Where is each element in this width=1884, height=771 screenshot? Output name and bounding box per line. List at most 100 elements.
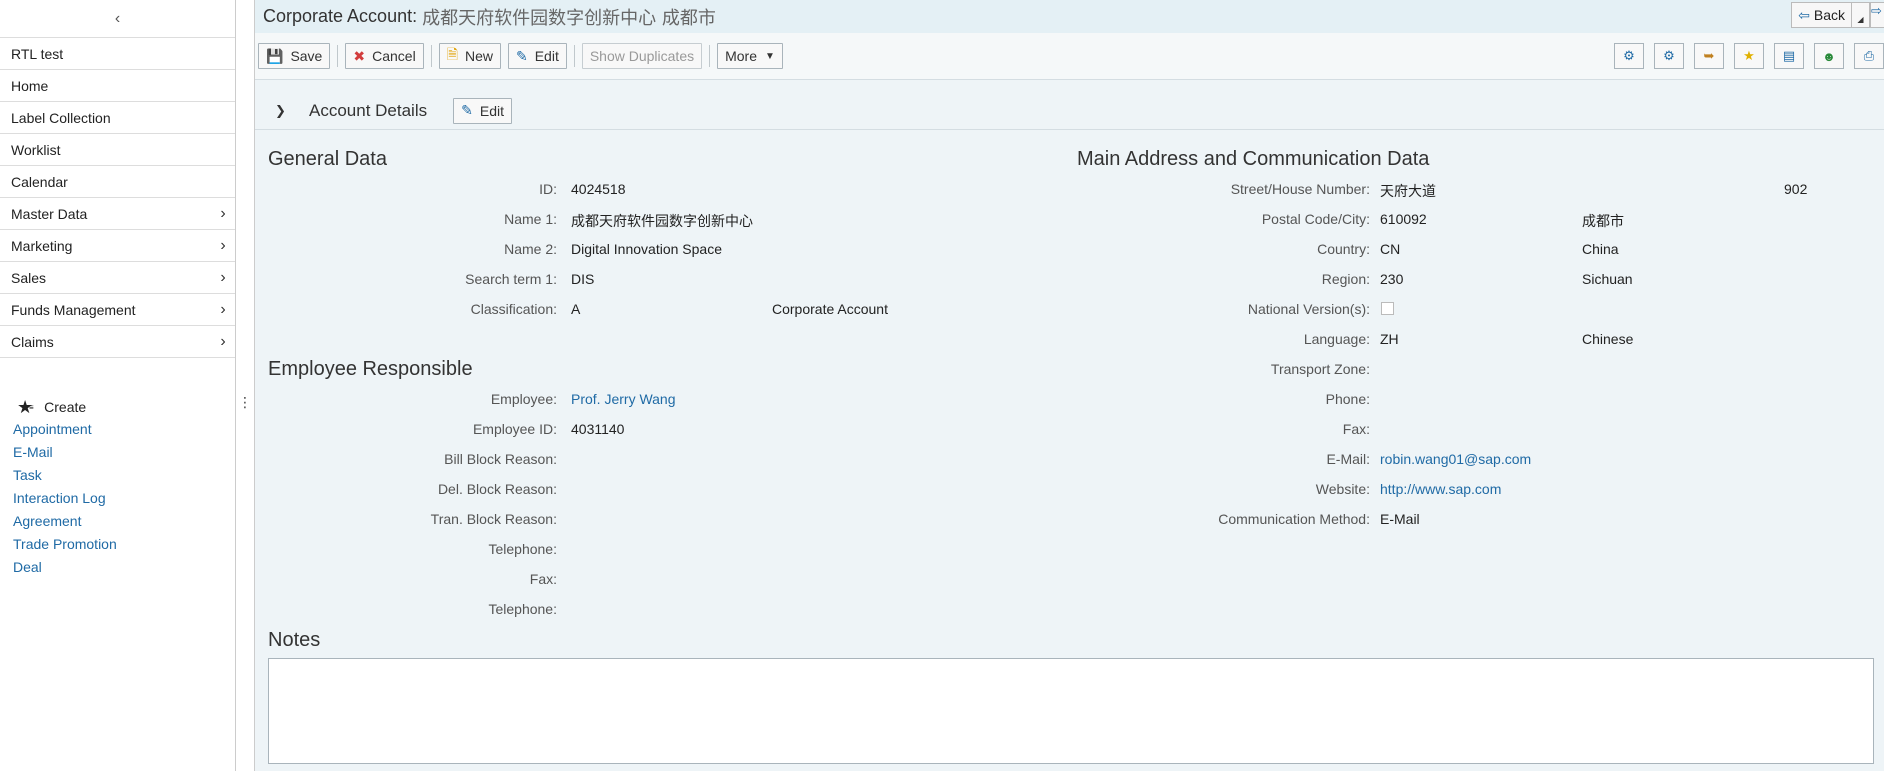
- country-label: Country:: [1317, 241, 1370, 257]
- del-block-label: Del. Block Reason:: [437, 481, 557, 497]
- personalize-icon[interactable]: ⚙: [1654, 43, 1684, 69]
- more-label: More: [725, 48, 758, 64]
- chevron-right-icon: ›: [220, 236, 226, 254]
- sidebar-item-label: Sales: [11, 269, 47, 286]
- street-value: 天府大道: [1380, 183, 1436, 199]
- page-title-name: 成都天府软件园数字创新中心 成都市: [422, 7, 716, 29]
- country-code-value: CN: [1380, 241, 1401, 257]
- show-duplicates-button[interactable]: Show Duplicates: [581, 43, 703, 69]
- language-code-value: ZH: [1380, 331, 1399, 347]
- name1-label: Name 1:: [504, 211, 557, 227]
- sidebar-item-claims[interactable]: Claims ›: [0, 326, 235, 358]
- name1-value: 成都天府软件园数字创新中心: [571, 213, 753, 229]
- general-data-title: General Data: [268, 148, 387, 170]
- cancel-label: Cancel: [372, 48, 416, 64]
- back-button[interactable]: ⇦ Back: [1791, 2, 1852, 28]
- create-label: Create: [44, 399, 87, 415]
- notes-icon[interactable]: ▤: [1774, 43, 1804, 69]
- section-edit-button[interactable]: ✎ Edit: [453, 97, 512, 124]
- sidebar-item-sales[interactable]: Sales ›: [0, 262, 235, 294]
- classification-code: A: [571, 301, 581, 317]
- sidebar-item-label: Home: [11, 77, 49, 94]
- classification-label: Classification:: [470, 301, 557, 317]
- new-document-icon: 🗎: [446, 46, 458, 62]
- region-label: Region:: [1321, 271, 1370, 287]
- chevron-right-icon: ›: [220, 332, 226, 350]
- forward-button[interactable]: ⇨: [1870, 2, 1884, 28]
- sidebar-item-master-data[interactable]: Master Data ›: [0, 198, 235, 230]
- user-assign-icon[interactable]: ☻: [1814, 43, 1844, 69]
- tran-block-label: Tran. Block Reason:: [430, 511, 557, 527]
- create-header: ★ ≡ Create: [0, 396, 235, 418]
- toolbar-divider: [709, 45, 711, 67]
- main-content: Corporate Account: 成都天府软件园数字创新中心 成都市 ⇦ B…: [254, 0, 1884, 771]
- phone-label: Phone:: [1325, 391, 1370, 407]
- create-link-task[interactable]: Task: [0, 464, 235, 487]
- chevron-left-icon[interactable]: ‹: [0, 0, 235, 38]
- back-arrow-icon: ⇦: [1798, 6, 1810, 23]
- sidebar-item-label: RTL test: [11, 45, 64, 62]
- country-value: China: [1582, 241, 1619, 257]
- sidebar-item-label: Label Collection: [11, 109, 111, 126]
- sidebar-item-label: Marketing: [11, 237, 73, 254]
- create-link-deal[interactable]: Deal: [0, 556, 235, 579]
- sidebar-item-rtl-test[interactable]: RTL test: [0, 38, 235, 70]
- website-label: Website:: [1315, 481, 1370, 497]
- chevron-right-icon: ›: [220, 300, 226, 318]
- section-edit-label: Edit: [479, 102, 504, 119]
- favorite-star-icon[interactable]: ★: [1734, 43, 1764, 69]
- main-address-title: Main Address and Communication Data: [1077, 148, 1430, 170]
- save-button[interactable]: 💾 Save: [258, 43, 331, 69]
- save-label: Save: [290, 48, 323, 64]
- more-button[interactable]: More ▼: [717, 43, 783, 69]
- settings-icon[interactable]: ⚙: [1614, 43, 1644, 69]
- splitter-handle[interactable]: ⋮: [238, 394, 252, 411]
- employee-link[interactable]: Prof. Jerry Wang: [571, 391, 676, 407]
- sidebar-item-worklist[interactable]: Worklist: [0, 134, 235, 166]
- sidebar-item-label-collection[interactable]: Label Collection: [0, 102, 235, 134]
- classification-text: Corporate Account: [772, 301, 888, 317]
- sidebar-item-label: Calendar: [11, 173, 68, 190]
- chevron-down-icon[interactable]: ❯: [275, 103, 295, 119]
- employee-label: Employee:: [490, 391, 557, 407]
- region-code-value: 230: [1380, 271, 1404, 287]
- street-label: Street/House Number:: [1230, 181, 1370, 197]
- create-link-e-mail[interactable]: E-Mail: [0, 441, 235, 464]
- new-button[interactable]: 🗎 New: [438, 43, 501, 69]
- language-label: Language:: [1303, 331, 1370, 347]
- fax-label: Fax:: [529, 571, 557, 587]
- back-dropdown-icon[interactable]: ◢: [1852, 2, 1870, 28]
- notes-textarea[interactable]: [268, 658, 1874, 764]
- nav-list: RTL test Home Label Collection Worklist Cale…: [0, 38, 235, 358]
- email-label: E-Mail:: [1326, 451, 1370, 467]
- sidebar: ‹ RTL test Home Label Collection Worklist Ca…: [0, 0, 236, 771]
- create-link-interaction-log[interactable]: Interaction Log: [0, 487, 235, 510]
- sidebar-item-marketing[interactable]: Marketing ›: [0, 230, 235, 262]
- language-value: Chinese: [1582, 331, 1634, 347]
- telephone-label: Telephone:: [488, 541, 557, 557]
- create-star-icon: ★ ≡: [17, 396, 34, 417]
- sidebar-item-label: Master Data: [11, 205, 88, 222]
- sidebar-item-label: Funds Management: [11, 301, 136, 318]
- national-version-checkbox[interactable]: [1381, 302, 1394, 315]
- sidebar-item-home[interactable]: Home: [0, 70, 235, 102]
- sidebar-item-funds-management[interactable]: Funds Management ›: [0, 294, 235, 326]
- edit-button[interactable]: ✎ Edit: [507, 43, 567, 69]
- create-link-appointment[interactable]: Appointment: [0, 418, 235, 441]
- toolbar-divider: [573, 45, 575, 67]
- create-link-trade-promotion[interactable]: Trade Promotion: [0, 533, 235, 556]
- sidebar-item-label: Claims: [11, 333, 54, 350]
- toolbar: 💾 Save ✖ Cancel 🗎 New ✎ Edit Show Duplic…: [255, 33, 1884, 80]
- website-link[interactable]: http://www.sap.com: [1380, 481, 1501, 497]
- floppy-disk-icon: 💾: [266, 47, 284, 64]
- communication-method-label: Communication Method:: [1218, 511, 1370, 527]
- create-link-agreement[interactable]: Agreement: [0, 510, 235, 533]
- print-icon[interactable]: ⎙: [1854, 43, 1884, 69]
- name2-label: Name 2:: [504, 241, 557, 257]
- email-link[interactable]: robin.wang01@sap.com: [1380, 451, 1531, 467]
- tag-icon[interactable]: ➥: [1694, 43, 1724, 69]
- edit-icon: ✎: [461, 102, 473, 118]
- cancel-button[interactable]: ✖ Cancel: [345, 43, 424, 69]
- sidebar-item-calendar[interactable]: Calendar: [0, 166, 235, 198]
- close-icon: ✖: [353, 47, 366, 64]
